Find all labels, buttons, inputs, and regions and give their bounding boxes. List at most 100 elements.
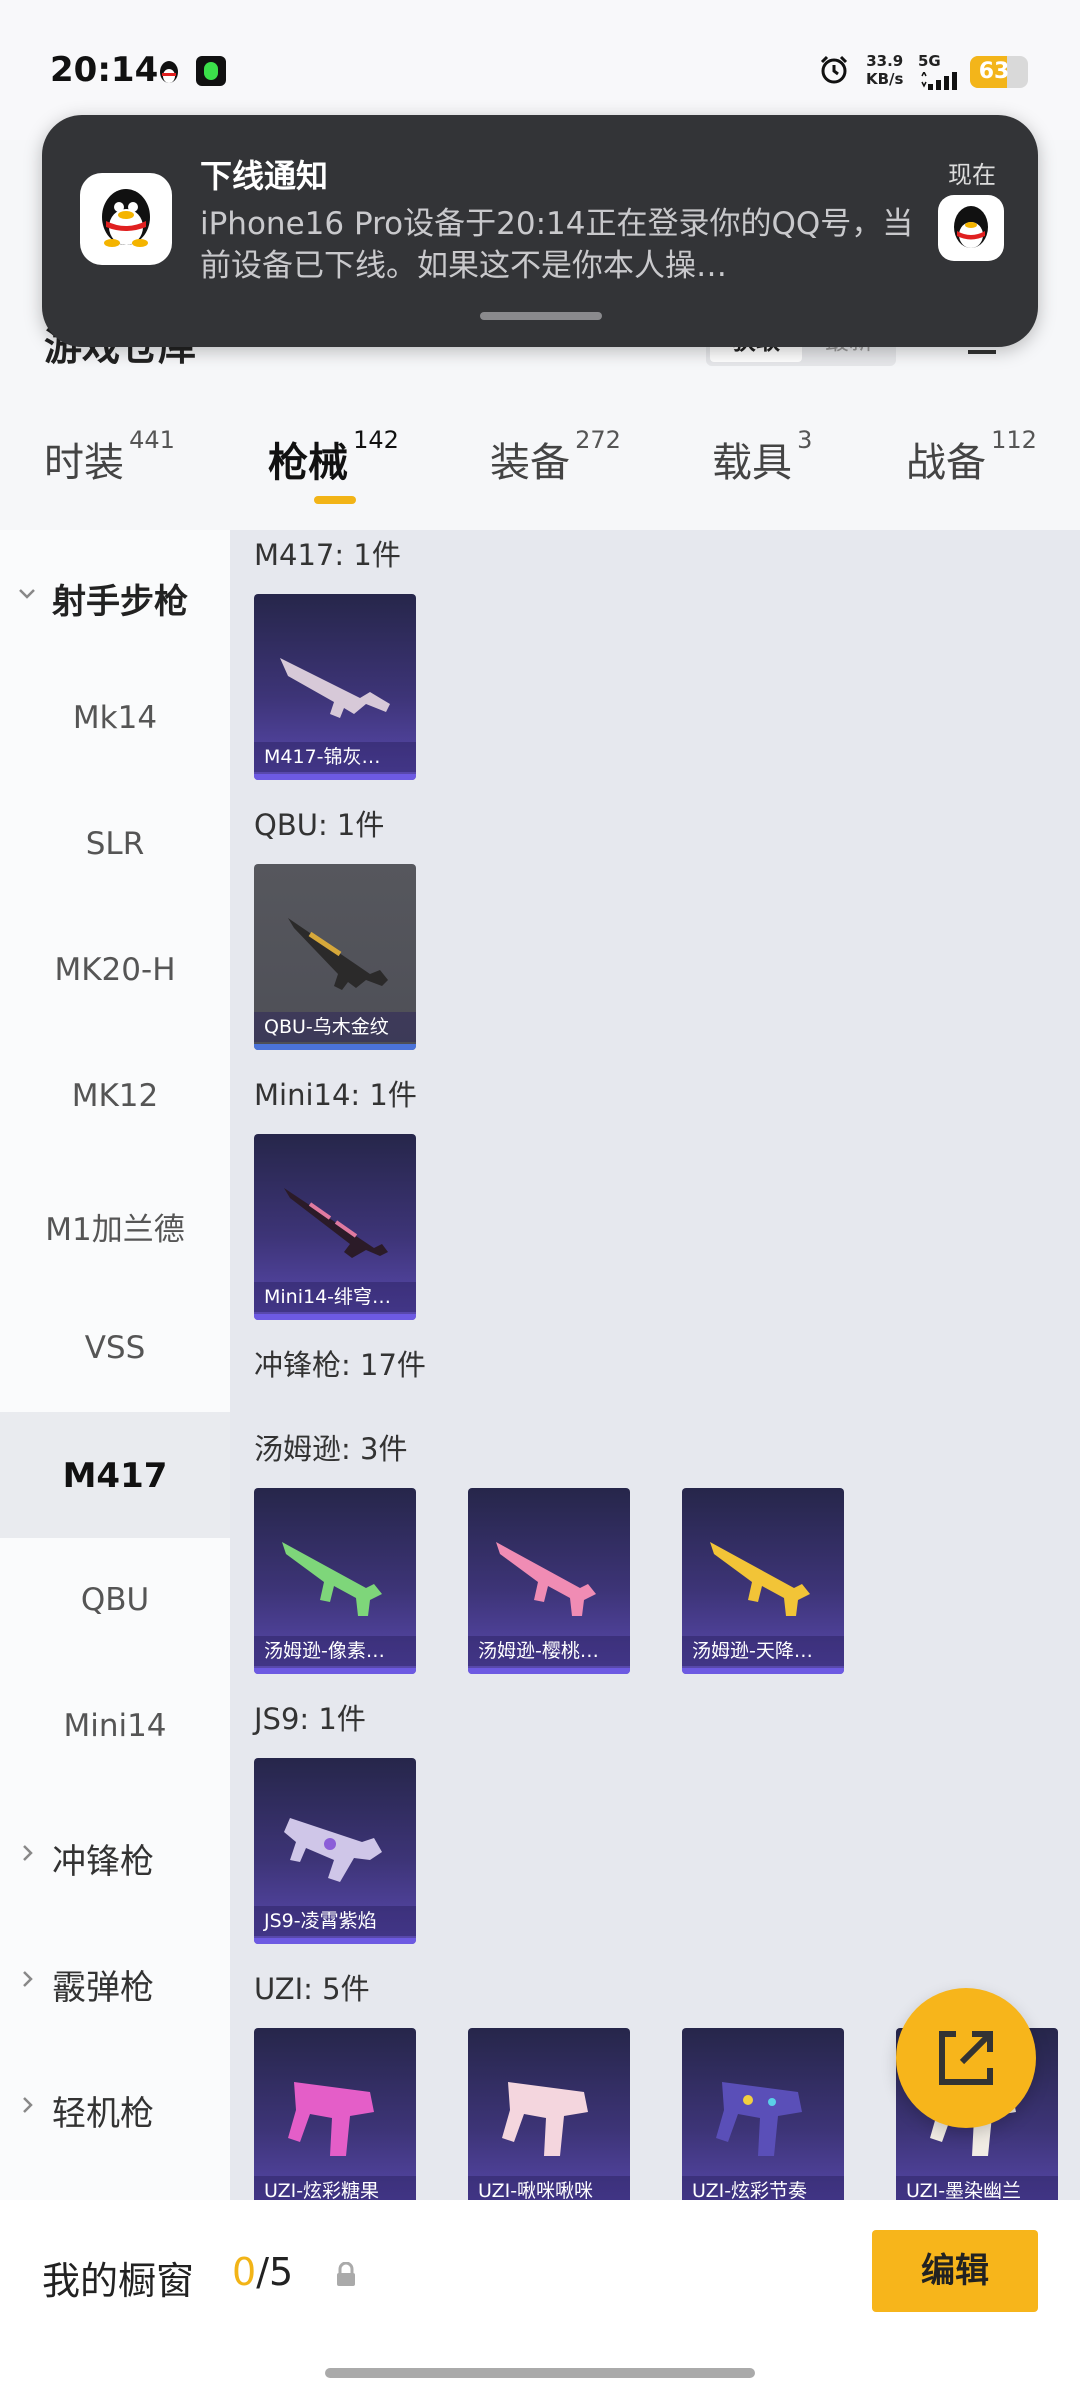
chevron-right-icon <box>23 2097 33 2113</box>
weapon-type-sidebar: 射手步枪 Mk14 SLR MK20-H MK12 M1加兰德 VSS M417… <box>0 530 230 2200</box>
sidebar-item-mk20h[interactable]: MK20-H <box>0 908 230 1034</box>
qq-status-icon <box>160 61 178 83</box>
sidebar-item-mk14[interactable]: Mk14 <box>0 656 230 782</box>
tab-count: 112 <box>991 426 1037 454</box>
item-card[interactable]: 汤姆逊-天降… <box>682 1488 844 1674</box>
item-card[interactable]: QBU-乌木金纹 <box>254 864 416 1050</box>
sidebar-item-label: M417 <box>62 1456 168 1496</box>
tab-label: 载具 <box>712 440 792 486</box>
tab-count: 441 <box>129 426 175 454</box>
notification-title: 下线通知 <box>200 157 329 195</box>
showcase-label: 我的橱窗 <box>42 2259 195 2303</box>
rarity-bar <box>254 774 416 780</box>
sidebar-item-label: MK20-H <box>54 952 176 988</box>
tab-outfit[interactable]: 时装 441 <box>44 426 175 500</box>
smg-icon <box>496 1542 596 1616</box>
sidebar-item-slr[interactable]: SLR <box>0 782 230 908</box>
rarity-bar <box>254 1044 416 1050</box>
edit-button[interactable]: 编辑 <box>872 2230 1038 2312</box>
tab-equipment[interactable]: 装备 272 <box>490 426 621 500</box>
item-card[interactable]: M417-锦灰… <box>254 594 416 780</box>
group-title-qbu: QBU: 1件 <box>254 808 385 842</box>
tab-label: 战备 <box>906 440 986 486</box>
smg-icon <box>284 1818 382 1882</box>
showcase-count: 0/5 <box>232 2250 293 2294</box>
sidebar-item-vss[interactable]: VSS <box>0 1286 230 1412</box>
sidebar-item-label: MK12 <box>71 1078 159 1114</box>
tab-supplies[interactable]: 战备 112 <box>906 426 1037 500</box>
item-name: 汤姆逊-天降… <box>682 1636 844 1666</box>
tab-vehicles[interactable]: 载具 3 <box>712 426 812 500</box>
sidebar-item-label: Mk14 <box>72 700 158 736</box>
smg-icon <box>288 2082 374 2156</box>
tab-count: 3 <box>797 426 813 454</box>
net-speed: 33.9 KB/s <box>866 52 903 88</box>
notification-banner[interactable]: 下线通知 现在 iPhone16 Pro设备于20:14正在登录你的QQ号，当前… <box>42 115 1038 347</box>
app-root: { "status_bar": { "time": "20:14", "net_… <box>0 0 1080 2400</box>
item-card[interactable]: Mini14-绯穹… <box>254 1134 416 1320</box>
smg-icon <box>710 1542 810 1616</box>
tab-firearms[interactable]: 枪械 142 <box>268 426 399 500</box>
group-title-smg: 冲锋枪: 17件 <box>254 1348 426 1382</box>
group-title-thompson: 汤姆逊: 3件 <box>254 1432 408 1466</box>
rifle-icon <box>288 918 388 990</box>
showcase-total: /5 <box>256 2250 294 2294</box>
rarity-bar <box>254 1938 416 1944</box>
bottom-bar: 我的橱窗 0/5 编辑 <box>0 2200 1080 2400</box>
group-title-m417: M417: 1件 <box>254 538 401 572</box>
battery-icon: 63 <box>970 56 1028 88</box>
tab-label: 装备 <box>490 440 570 486</box>
notification-body: iPhone16 Pro设备于20:14正在登录你的QQ号，当前设备已下线。如果… <box>200 206 914 284</box>
lock-icon <box>337 2262 355 2286</box>
smg-icon <box>502 2082 588 2156</box>
sidebar-category-dmr[interactable]: 射手步枪 <box>0 530 230 656</box>
alarm-icon <box>820 55 848 84</box>
sidebar-item-m417[interactable]: M417 <box>0 1412 230 1538</box>
app-status-icon <box>196 56 226 86</box>
item-name: UZI-墨染幽兰 <box>896 2176 1058 2200</box>
qq-app-icon <box>80 173 172 265</box>
sidebar-category-shotgun[interactable]: 霰弹枪 <box>0 1916 230 2042</box>
share-button[interactable] <box>896 1988 1036 2128</box>
home-indicator[interactable] <box>325 2368 755 2378</box>
item-card[interactable]: 汤姆逊-像素… <box>254 1488 416 1674</box>
smg-icon <box>716 2082 802 2156</box>
qq-avatar-icon <box>938 195 1004 261</box>
battery-level: 63 <box>978 59 1010 84</box>
rifle-icon <box>280 658 390 718</box>
tab-label: 时装 <box>44 440 124 486</box>
net-speed-value: 33.9 <box>866 52 904 70</box>
item-card[interactable]: UZI-炫彩糖果 <box>254 2028 416 2200</box>
item-name: 汤姆逊-樱桃… <box>468 1636 630 1666</box>
sidebar-item-label: Mini14 <box>63 1708 167 1744</box>
item-name: M417-锦灰… <box>254 742 416 772</box>
item-card[interactable]: UZI-炫彩节奏 <box>682 2028 844 2200</box>
smg-icon <box>282 1542 382 1616</box>
showcase-current: 0 <box>232 2250 257 2294</box>
chevron-down-icon <box>19 589 35 599</box>
item-name: 汤姆逊-像素… <box>254 1636 416 1666</box>
tab-count: 272 <box>575 426 621 454</box>
notification-time: 现在 <box>948 161 996 189</box>
item-card[interactable]: JS9-凌霄紫焰 <box>254 1758 416 1944</box>
rarity-bar <box>254 1314 416 1320</box>
sidebar-item-m1-garand[interactable]: M1加兰德 <box>0 1160 230 1286</box>
category-tabs: 时装 441 枪械 142 装备 272 载具 3 战备 112 <box>0 400 1080 530</box>
sidebar-item-qbu[interactable]: QBU <box>0 1538 230 1664</box>
rifle-icon <box>284 1188 388 1258</box>
item-name: UZI-炫彩节奏 <box>682 2176 844 2200</box>
item-card[interactable]: UZI-啾咪啾咪 <box>468 2028 630 2200</box>
chevron-right-icon <box>23 1971 33 1987</box>
sidebar-item-mk12[interactable]: MK12 <box>0 1034 230 1160</box>
group-title-mini14: Mini14: 1件 <box>254 1078 417 1112</box>
notification-drag-handle[interactable] <box>480 312 602 320</box>
sidebar-category-smg[interactable]: 冲锋枪 <box>0 1790 230 1916</box>
sidebar-category-lmg[interactable]: 轻机枪 <box>0 2042 230 2168</box>
rarity-bar <box>254 1668 416 1674</box>
sidebar-item-mini14[interactable]: Mini14 <box>0 1664 230 1790</box>
item-card[interactable]: 汤姆逊-樱桃… <box>468 1488 630 1674</box>
item-name: UZI-啾咪啾咪 <box>468 2176 630 2200</box>
item-name: QBU-乌木金纹 <box>254 1012 416 1042</box>
chevron-right-icon <box>23 1845 33 1861</box>
item-name: JS9-凌霄紫焰 <box>254 1906 416 1936</box>
